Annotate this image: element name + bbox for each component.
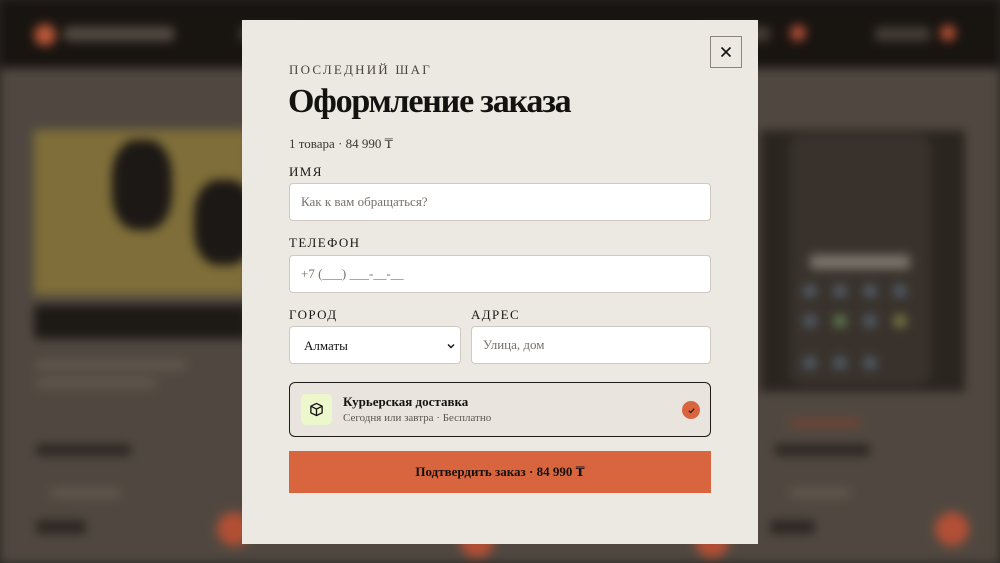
close-icon: [720, 46, 732, 58]
city-label: ГОРОД: [289, 307, 338, 322]
phone-input[interactable]: [289, 255, 711, 293]
package-icon: [301, 394, 332, 425]
order-summary: 1 товара · 84 990 ₸: [289, 136, 393, 151]
chevron-down-icon: [447, 344, 455, 349]
step-eyebrow: ПОСЛЕДНИЙ ШАГ: [289, 62, 432, 77]
delivery-option-subtitle: Сегодня или завтра · Бесплатно: [343, 412, 492, 424]
delivery-option-title: Курьерская доставка: [343, 394, 469, 409]
address-label: АДРЕС: [471, 307, 521, 322]
city-select-value: Алматы: [304, 338, 348, 353]
check-icon: [682, 401, 700, 419]
confirm-order-button[interactable]: Подтвердить заказ · 84 990 ₸: [289, 451, 711, 493]
address-input[interactable]: [471, 326, 711, 364]
delivery-option-courier[interactable]: Курьерская доставка Сегодня или завтра ·…: [289, 382, 711, 437]
name-label: ИМЯ: [289, 164, 323, 179]
close-button[interactable]: [710, 36, 742, 68]
modal-title: Оформление заказа: [288, 83, 572, 120]
phone-label: ТЕЛЕФОН: [289, 235, 361, 250]
city-select[interactable]: Алматы: [289, 326, 461, 364]
name-input[interactable]: [289, 183, 711, 221]
checkout-modal: ПОСЛЕДНИЙ ШАГ Оформление заказа 1 товара…: [242, 20, 758, 544]
